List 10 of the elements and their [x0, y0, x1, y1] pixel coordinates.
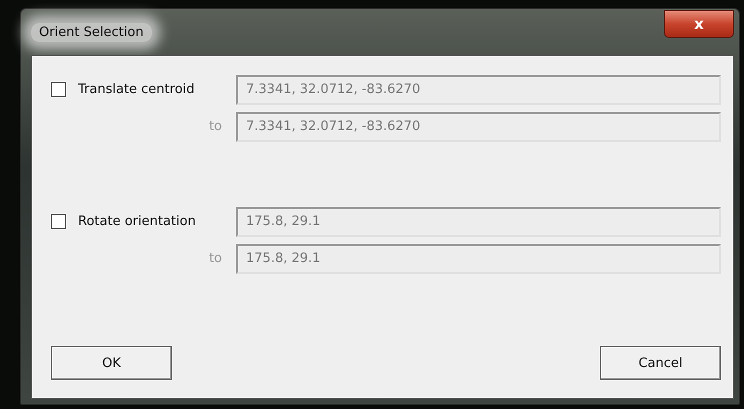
to-label: to [208, 119, 222, 134]
checkbox-label: Rotate orientation [78, 214, 196, 229]
cancel-button[interactable]: Cancel [600, 346, 721, 380]
close-button[interactable]: x [664, 10, 734, 38]
checkbox[interactable] [51, 214, 66, 229]
to-label: to [208, 251, 222, 266]
ok-button[interactable]: OK [51, 346, 172, 380]
window-title: Orient Selection [31, 23, 152, 42]
checkbox[interactable] [51, 82, 66, 97]
checkbox-label: Translate centroid [78, 82, 195, 97]
